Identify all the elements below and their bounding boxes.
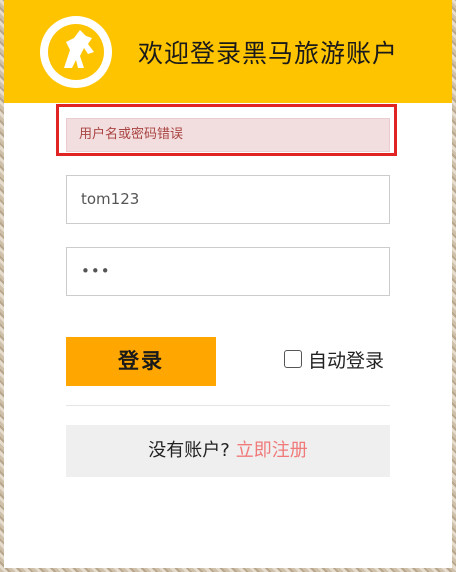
page-title: 欢迎登录黑马旅游账户 <box>138 39 399 68</box>
divider <box>66 405 390 406</box>
register-box: 没有账户? 立即注册 <box>66 425 390 477</box>
horse-logo-icon <box>40 16 112 88</box>
register-link[interactable]: 立即注册 <box>236 440 308 461</box>
error-message: 用户名或密码错误 <box>66 118 390 152</box>
login-panel: 欢迎登录黑马旅游账户 用户名或密码错误 tom123 ••• 登录 自动登录 没… <box>4 0 452 568</box>
login-header: 欢迎登录黑马旅游账户 <box>4 0 452 103</box>
auto-login-option[interactable]: 自动登录 <box>284 346 384 372</box>
username-input[interactable]: tom123 <box>66 175 390 224</box>
auto-login-checkbox[interactable] <box>284 350 302 368</box>
login-button[interactable]: 登录 <box>66 337 216 386</box>
password-input[interactable]: ••• <box>66 247 390 296</box>
register-question: 没有账户? <box>148 440 230 461</box>
auto-login-label: 自动登录 <box>308 349 385 372</box>
